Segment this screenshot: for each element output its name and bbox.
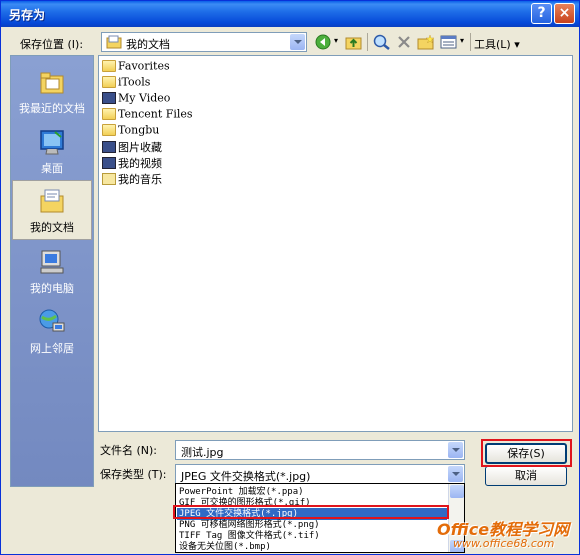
title-bar[interactable]: 另存为 ? × <box>1 1 579 27</box>
folder-icon <box>102 124 116 136</box>
views-icon[interactable] <box>440 34 458 50</box>
chevron-down-icon[interactable] <box>290 34 305 50</box>
filename-input[interactable]: 测试.jpg <box>175 440 465 460</box>
search-web-icon[interactable] <box>373 34 391 50</box>
back-icon[interactable] <box>315 34 333 50</box>
new-folder-icon[interactable] <box>417 34 435 50</box>
help-button[interactable]: ? <box>531 3 552 24</box>
save-as-dialog: 另存为 ? × 保存位置 (I): 我的文档 ▾ ▾ 工具(L) ▾ 我最近的文… <box>0 0 580 555</box>
list-item[interactable]: Favorites <box>102 59 170 75</box>
dialog-title: 另存为 <box>9 8 46 22</box>
music-folder-icon <box>102 173 116 185</box>
tools-label: 工具(L) <box>474 38 511 51</box>
filetype-select[interactable]: JPEG 文件交换格式(*.jpg) <box>175 464 465 484</box>
desktop-icon <box>40 130 64 155</box>
save-in-value: 我的文档 <box>126 38 170 51</box>
save-in-combo[interactable]: 我的文档 <box>101 32 307 52</box>
close-button[interactable]: × <box>554 3 575 24</box>
place-desktop[interactable]: 桌面 <box>12 122 92 180</box>
place-label: 网上邻居 <box>30 342 74 355</box>
list-item[interactable]: Tencent Files <box>102 107 193 123</box>
tools-menu[interactable]: 工具(L) ▾ <box>474 36 520 52</box>
selected-option-highlight <box>173 505 449 519</box>
folder-icon <box>102 76 116 88</box>
list-item[interactable]: 我的视频 <box>102 155 162 171</box>
place-label: 我最近的文档 <box>19 102 85 115</box>
video-folder-icon <box>102 92 116 104</box>
places-bar: 我最近的文档 桌面 我的文档 我的电脑 网上邻居 <box>10 55 94 487</box>
place-my-documents[interactable]: 我的文档 <box>12 180 92 240</box>
folder-icon <box>102 108 116 120</box>
place-label: 我的文档 <box>30 221 74 234</box>
my-documents-small-icon <box>106 35 122 49</box>
folder-icon <box>102 60 116 72</box>
delete-icon[interactable] <box>396 34 412 50</box>
site-watermark: Office教程学习网 www.office68.com <box>437 516 577 554</box>
place-label: 我的电脑 <box>30 282 74 295</box>
filetype-label: 保存类型 (T): <box>100 468 167 481</box>
list-item[interactable]: 我的音乐 <box>102 171 162 187</box>
cancel-button[interactable]: 取消 <box>485 466 567 486</box>
list-item[interactable]: My Video <box>102 91 170 107</box>
chevron-down-icon[interactable] <box>448 466 463 482</box>
views-dropdown-icon[interactable]: ▾ <box>460 36 464 45</box>
pictures-folder-icon <box>102 141 116 153</box>
toolbar-separator <box>367 33 368 51</box>
back-dropdown-icon[interactable]: ▾ <box>334 36 338 45</box>
chevron-down-icon[interactable] <box>448 442 463 458</box>
dropdown-option[interactable]: 设备无关位图(*.bmp) <box>179 541 271 552</box>
list-item[interactable]: 图片收藏 <box>102 139 162 155</box>
save-in-label: 保存位置 (I): <box>20 38 84 51</box>
up-folder-icon[interactable] <box>345 34 363 50</box>
list-item[interactable]: Tongbu <box>102 123 159 139</box>
file-list[interactable]: Favorites iTools My Video Tencent Files … <box>98 55 573 432</box>
recent-docs-icon <box>40 72 64 94</box>
save-button-highlight <box>481 439 572 467</box>
scroll-up-icon[interactable] <box>450 485 464 498</box>
my-documents-icon <box>40 189 64 213</box>
list-item[interactable]: iTools <box>102 75 150 91</box>
place-my-computer[interactable]: 我的电脑 <box>12 242 92 300</box>
place-network[interactable]: 网上邻居 <box>12 302 92 360</box>
my-computer-icon <box>40 250 64 274</box>
watermark-url: www.office68.com <box>453 537 555 550</box>
filename-label: 文件名 (N): <box>100 444 158 457</box>
toolbar-separator-2 <box>470 33 471 51</box>
filetype-value: JPEG 文件交换格式(*.jpg) <box>181 470 311 483</box>
place-recent-docs[interactable]: 我最近的文档 <box>12 62 92 120</box>
network-icon <box>39 309 65 332</box>
place-label: 桌面 <box>41 162 63 175</box>
filename-value: 测试.jpg <box>181 446 224 459</box>
video-folder-icon <box>102 157 116 169</box>
